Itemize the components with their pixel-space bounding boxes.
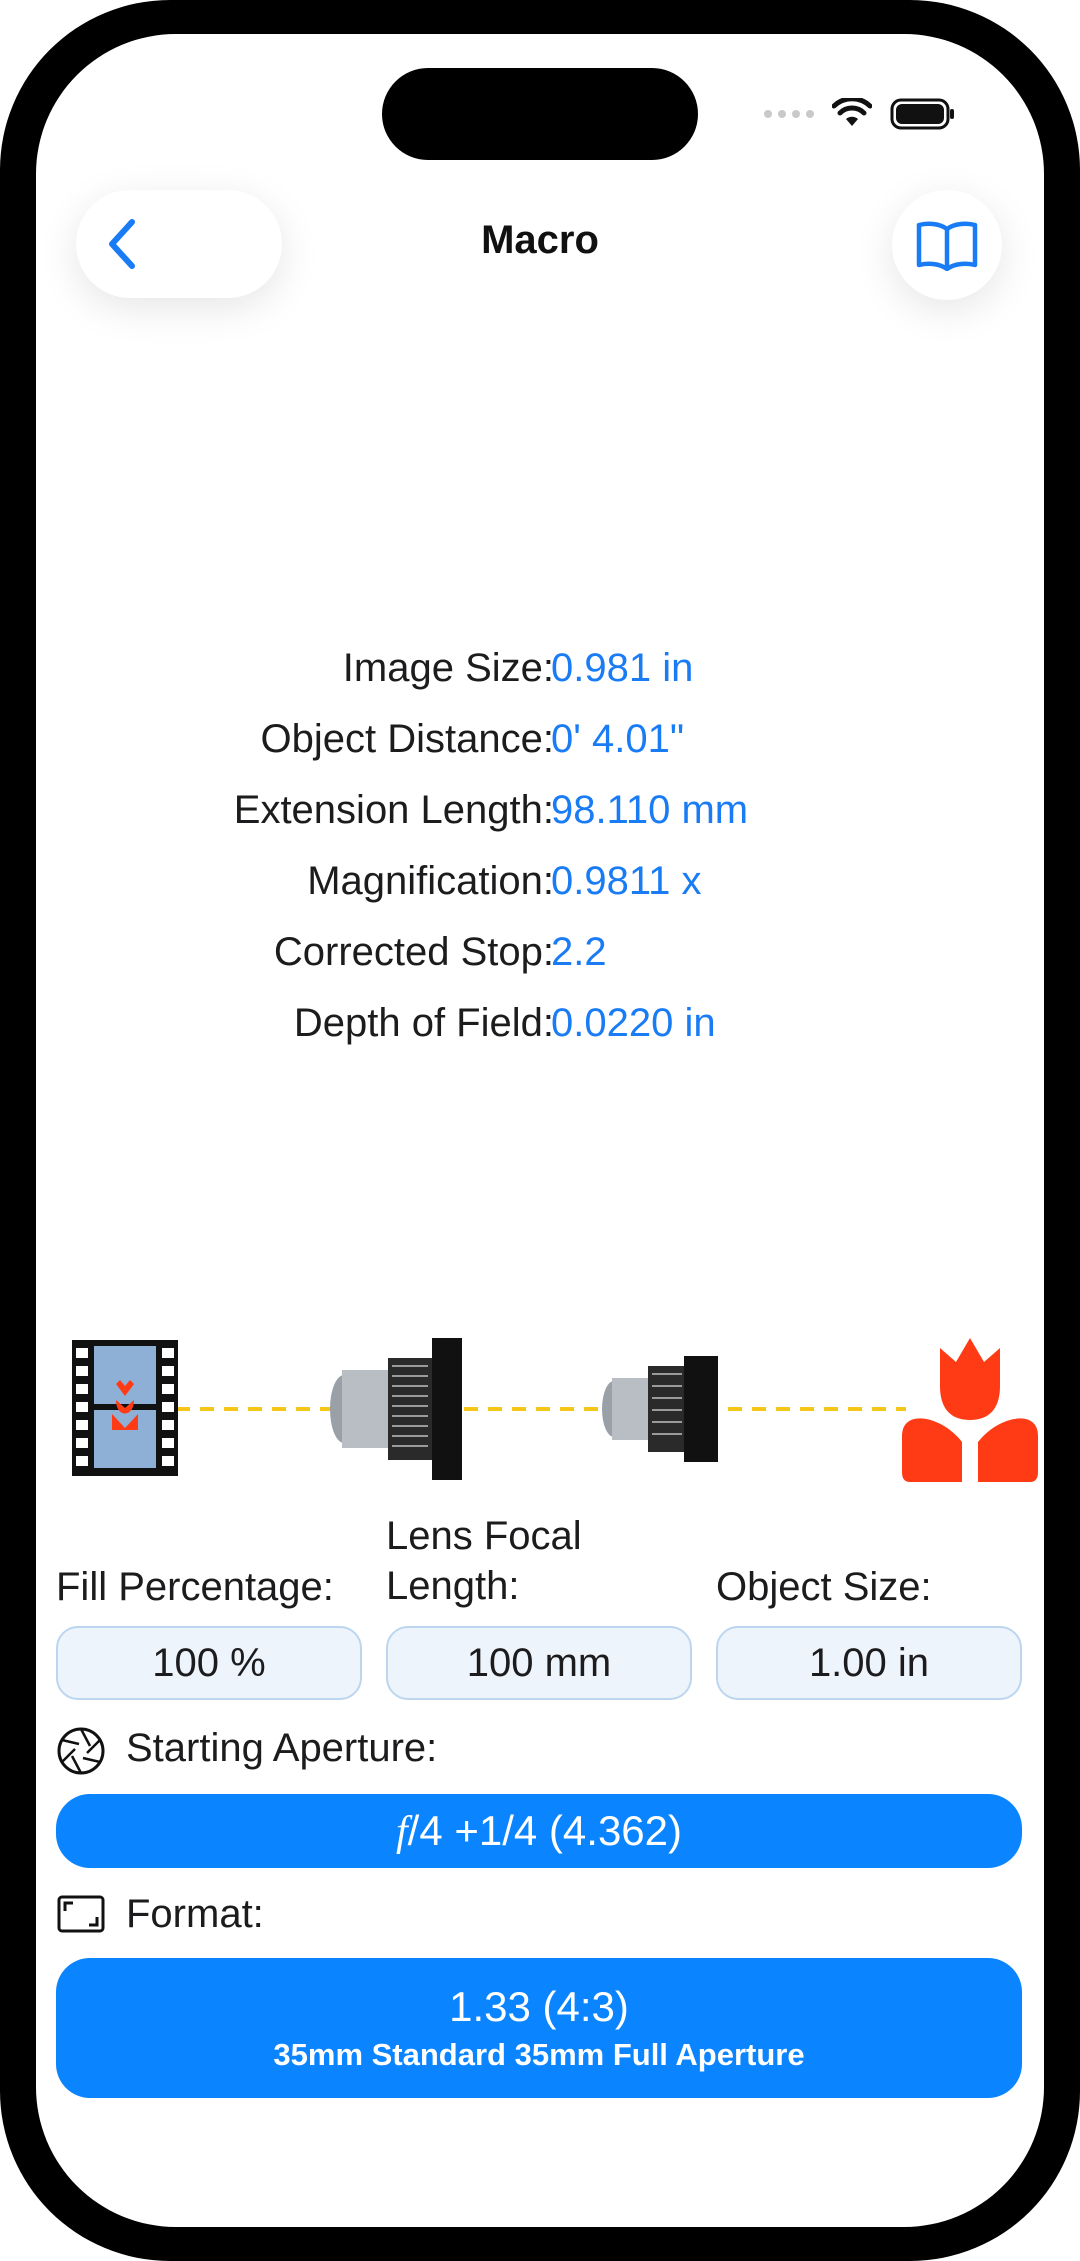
lens-focal-length-label-line2: Length: bbox=[386, 1564, 520, 1608]
result-label: Image Size: bbox=[342, 646, 554, 690]
object-size-label: Object Size: bbox=[716, 1565, 932, 1609]
cine-lens-icon bbox=[602, 1356, 718, 1462]
battery-icon bbox=[890, 98, 954, 130]
result-value[interactable]: 2.2 bbox=[551, 930, 607, 975]
format-ratio: 1.33 (4:3) bbox=[449, 1983, 629, 2030]
reference-button[interactable] bbox=[892, 190, 1002, 300]
format-label: Format: bbox=[126, 1892, 264, 1936]
starting-aperture-button[interactable]: f/4 +1/4 (4.362) bbox=[56, 1794, 1022, 1868]
fill-percentage-input[interactable]: 100 % bbox=[56, 1626, 362, 1700]
result-label: Object Distance: bbox=[260, 717, 554, 761]
result-row-image-size: Image Size: 0.981 in bbox=[36, 646, 1044, 706]
result-label: Magnification: bbox=[307, 859, 554, 903]
result-row-depth-of-field: Depth of Field: 0.0220 in bbox=[36, 1001, 1044, 1061]
result-value[interactable]: 0.981 in bbox=[551, 646, 693, 691]
result-value[interactable]: 0.9811 x bbox=[551, 859, 702, 904]
result-label: Corrected Stop: bbox=[273, 930, 554, 974]
frame-corners-icon bbox=[57, 1895, 105, 1933]
f-stop-symbol: f bbox=[395, 1808, 408, 1855]
device-frame: Macro Image Size: 0.981 in Object Distan… bbox=[0, 0, 1080, 2261]
result-row-extension-length: Extension Length: 98.110 mm bbox=[36, 788, 1044, 848]
aperture-value: f/4 +1/4 (4.362) bbox=[396, 1807, 682, 1856]
status-bar-icons bbox=[764, 94, 956, 134]
book-icon bbox=[916, 221, 978, 271]
aperture-value-text: /4 +1/4 (4.362) bbox=[407, 1806, 683, 1854]
lens-focal-length-label-line1: Lens Focal bbox=[386, 1514, 582, 1558]
screen: Macro Image Size: 0.981 in Object Distan… bbox=[36, 34, 1044, 2227]
result-row-object-distance: Object Distance: 0' 4.01" bbox=[36, 717, 1044, 777]
format-description: 35mm Standard 35mm Full Aperture bbox=[273, 2037, 805, 2072]
lens-focal-length-input[interactable]: 100 mm bbox=[386, 1626, 692, 1700]
result-value[interactable]: 98.110 mm bbox=[551, 788, 748, 833]
result-row-corrected-stop: Corrected Stop: 2.2 bbox=[36, 930, 1044, 990]
result-label: Depth of Field: bbox=[293, 1001, 554, 1045]
result-row-magnification: Magnification: 0.9811 x bbox=[36, 859, 1044, 919]
cine-lens-icon bbox=[330, 1338, 462, 1480]
tulip-macro-icon bbox=[902, 1338, 1038, 1482]
result-label: Extension Length: bbox=[233, 788, 554, 832]
dynamic-island bbox=[382, 68, 698, 160]
object-size-input[interactable]: 1.00 in bbox=[716, 1626, 1022, 1700]
aperture-icon bbox=[57, 1727, 105, 1775]
lens-focal-length-label: Lens Focal Length: bbox=[386, 1511, 582, 1611]
result-value[interactable]: 0' 4.01" bbox=[551, 717, 684, 762]
format-button[interactable]: 1.33 (4:3) 35mm Standard 35mm Full Apert… bbox=[56, 1958, 1022, 2098]
result-value[interactable]: 0.0220 in bbox=[551, 1001, 716, 1046]
wifi-icon bbox=[832, 98, 872, 126]
film-frame-icon bbox=[72, 1340, 178, 1476]
starting-aperture-label: Starting Aperture: bbox=[126, 1726, 438, 1770]
optical-diagram bbox=[72, 1338, 1038, 1482]
cellular-signal-icon bbox=[764, 110, 814, 118]
fill-percentage-label: Fill Percentage: bbox=[56, 1565, 334, 1609]
